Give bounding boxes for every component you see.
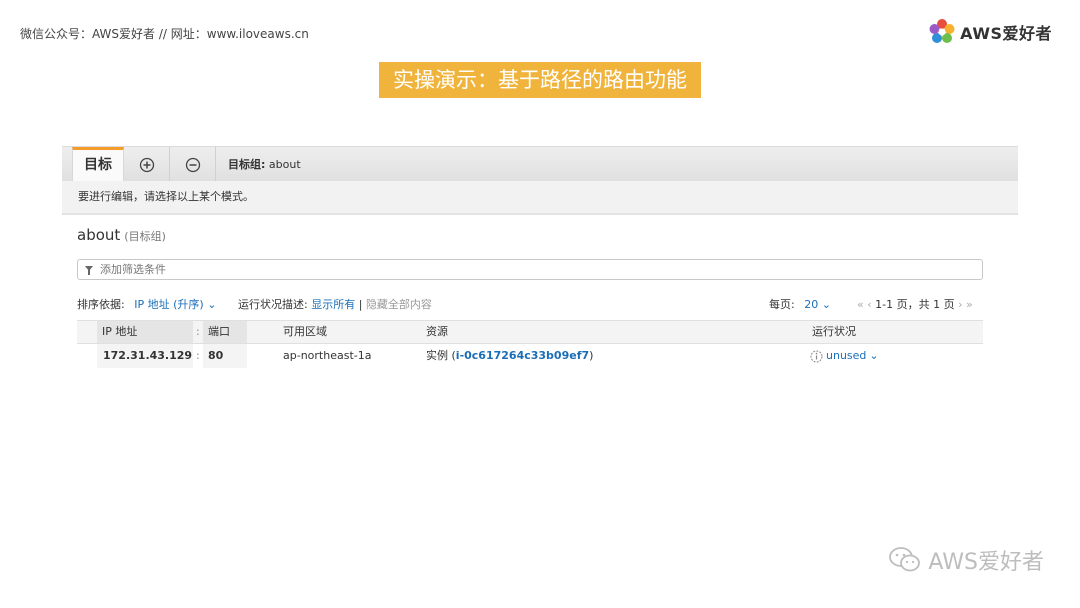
resource-suffix: ) bbox=[589, 349, 594, 362]
per-page-dropdown[interactable]: 20 ⌄ bbox=[804, 298, 831, 311]
target-group-prefix: 目标组: bbox=[228, 158, 266, 171]
funnel-icon bbox=[85, 266, 93, 275]
sort-value: IP 地址 (升序) bbox=[134, 298, 204, 311]
wechat-watermark: AWS爱好者 bbox=[888, 544, 1044, 576]
last-page-icon[interactable]: » bbox=[966, 298, 973, 311]
target-group-label: 目标组: about bbox=[228, 147, 301, 182]
col-ip-header[interactable]: IP 地址 bbox=[97, 321, 193, 343]
flower-logo-icon bbox=[929, 19, 955, 43]
col-resource-header: 资源 bbox=[426, 325, 448, 338]
targets-table-header: IP 地址 : 端口 可用区域 资源 运行状况 bbox=[77, 320, 983, 344]
group-name: about bbox=[77, 226, 121, 244]
tab-targets[interactable]: 目标 bbox=[72, 147, 124, 182]
brand-text: AWS爱好者 bbox=[960, 24, 1052, 43]
cell-resource: 实例 (i-0c617264c33b09ef7) bbox=[426, 344, 593, 368]
edit-hint: 要进行编辑，请选择以上某个模式。 bbox=[62, 181, 1018, 215]
wechat-account-note: 微信公众号：AWS爱好者 // 网址：www.iloveaws.cn bbox=[20, 27, 309, 41]
tab-bar: 目标 目标组: about bbox=[62, 146, 1018, 182]
page-indicator: 1-1 页，共 1 页 bbox=[875, 298, 955, 311]
health-label: 运行状况描述: bbox=[238, 298, 308, 311]
cell-ip: 172.31.43.129 bbox=[97, 344, 193, 368]
table-row[interactable]: 172.31.43.129 : 80 ap-northeast-1a 实例 (i… bbox=[77, 344, 983, 368]
first-page-icon[interactable]: « bbox=[857, 298, 864, 311]
minus-circle-icon bbox=[185, 157, 200, 172]
cell-az: ap-northeast-1a bbox=[283, 349, 372, 362]
add-target-button[interactable] bbox=[124, 147, 170, 182]
sort-control: 排序依据: IP 地址 (升序) ⌄ bbox=[77, 296, 216, 312]
chevron-down-icon: ⌄ bbox=[207, 298, 217, 311]
target-group-title: about (目标组) bbox=[77, 226, 166, 244]
instance-id-link[interactable]: i-0c617264c33b09ef7 bbox=[456, 349, 589, 362]
brand-logo: AWS爱好者 bbox=[928, 18, 1052, 46]
per-page-value: 20 bbox=[804, 298, 819, 311]
cell-port: 80 bbox=[203, 344, 247, 368]
col-health-header: 运行状况 bbox=[812, 325, 856, 338]
per-page-label: 每页: bbox=[769, 298, 795, 311]
col-az-header: 可用区域 bbox=[283, 325, 327, 338]
chevron-down-icon: ⌄ bbox=[821, 298, 831, 311]
chevron-down-icon: ⌄ bbox=[869, 349, 879, 362]
hide-all-link[interactable]: 隐藏全部内容 bbox=[366, 298, 432, 311]
slide-title: 实操演示：基于路径的路由功能 bbox=[379, 62, 701, 98]
prev-page-icon[interactable]: ‹ bbox=[867, 298, 871, 311]
cell-health-status[interactable]: unused ⌄ bbox=[810, 344, 879, 368]
filter-placeholder: 添加筛选条件 bbox=[100, 263, 166, 276]
per-page-control: 每页: 20 ⌄ bbox=[769, 296, 831, 312]
wechat-icon bbox=[889, 547, 921, 572]
plus-circle-icon bbox=[139, 157, 154, 172]
remove-target-button[interactable] bbox=[170, 147, 216, 182]
resource-prefix: 实例 ( bbox=[426, 349, 456, 362]
col-port-header[interactable]: 端口 bbox=[203, 321, 247, 343]
show-all-link[interactable]: 显示所有 bbox=[311, 298, 355, 311]
next-page-icon[interactable]: › bbox=[958, 298, 962, 311]
list-controls: 排序依据: IP 地址 (升序) ⌄ 运行状况描述: 显示所有 | 隐藏全部内容… bbox=[77, 296, 983, 312]
sort-label: 排序依据: bbox=[77, 298, 125, 311]
filter-input[interactable]: 添加筛选条件 bbox=[77, 259, 983, 280]
column-separator: : bbox=[196, 349, 200, 362]
health-status-text: unused bbox=[826, 349, 867, 362]
health-description-control: 运行状况描述: 显示所有 | 隐藏全部内容 bbox=[238, 296, 432, 312]
column-separator: : bbox=[196, 325, 200, 338]
info-status-icon bbox=[810, 350, 823, 362]
group-subtitle: (目标组) bbox=[124, 230, 166, 243]
pagination: « ‹ 1-1 页，共 1 页 › » bbox=[857, 296, 973, 312]
link-divider: | bbox=[358, 298, 363, 311]
sort-dropdown[interactable]: IP 地址 (升序) ⌄ bbox=[134, 298, 216, 311]
watermark-text: AWS爱好者 bbox=[928, 550, 1044, 575]
target-group-name: about bbox=[268, 158, 301, 171]
